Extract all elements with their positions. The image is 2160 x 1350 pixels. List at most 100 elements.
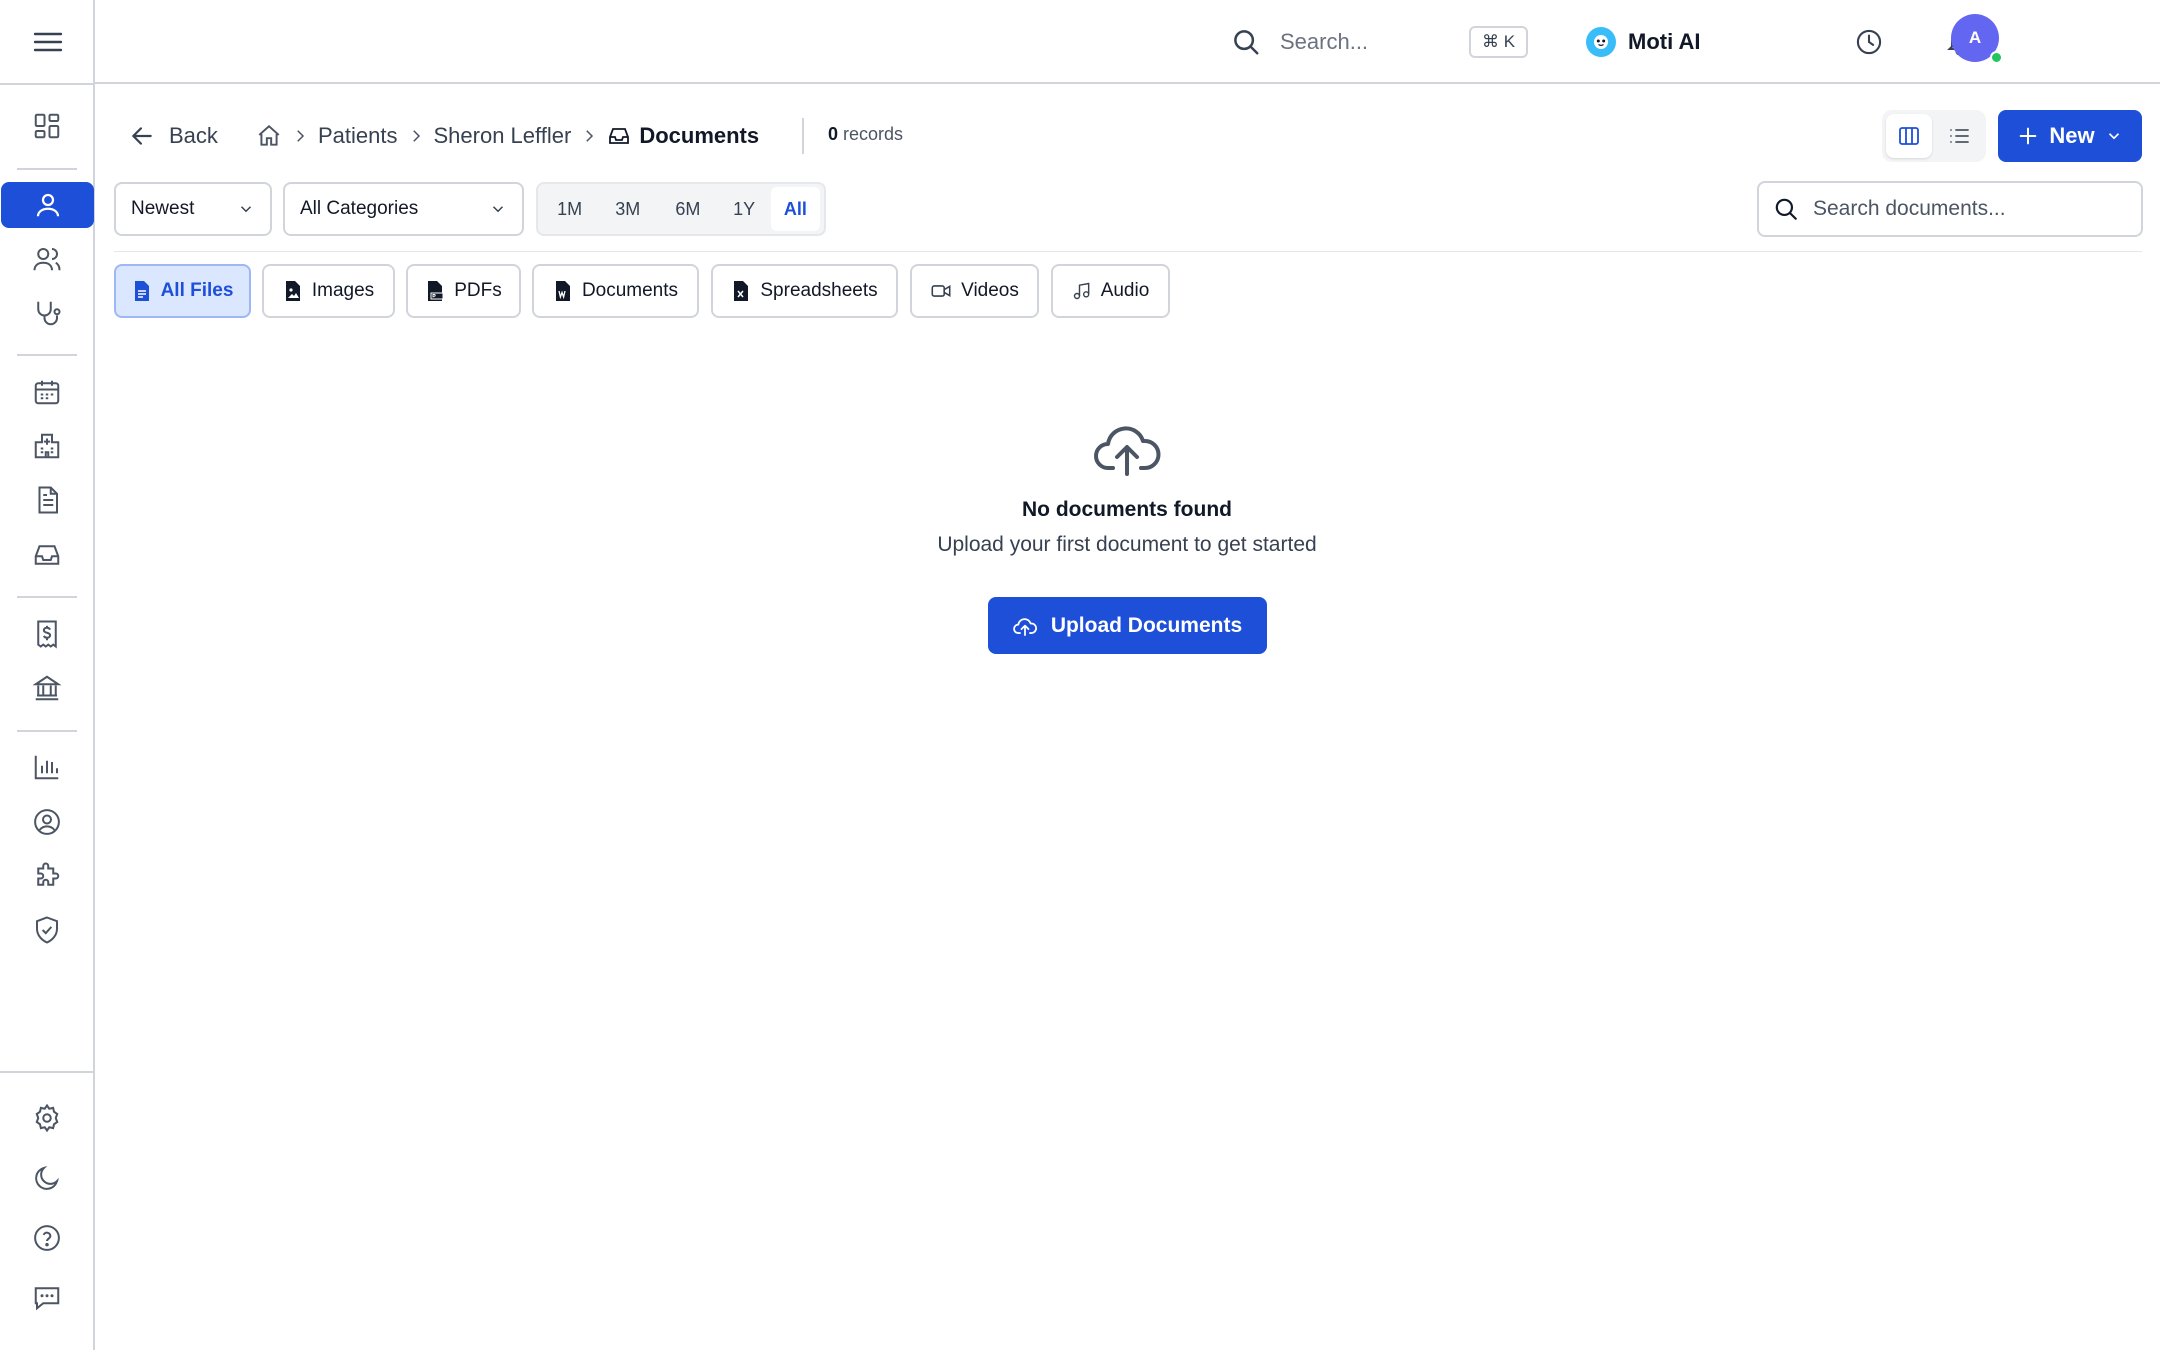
filter-videos-label: Videos — [961, 280, 1019, 301]
search-icon — [1234, 30, 1259, 55]
sidebar-item-security[interactable] — [0, 907, 94, 953]
cloud-upload-icon — [1094, 426, 1161, 476]
sidebar-divider — [17, 730, 77, 732]
range-all[interactable]: All — [770, 187, 821, 231]
empty-state-title: No documents found — [1022, 498, 1232, 521]
sidebar — [0, 0, 95, 1350]
sidebar-item-feedback[interactable] — [0, 1274, 94, 1320]
chevron-right-icon — [412, 130, 420, 142]
back-label: Back — [169, 123, 218, 148]
hospital-icon — [34, 433, 60, 459]
sidebar-item-settings[interactable] — [0, 1095, 94, 1141]
breadcrumb-home[interactable] — [256, 123, 282, 149]
chevron-right-icon — [297, 130, 305, 142]
sidebar-item-clinical[interactable] — [0, 290, 94, 336]
sidebar-item-insurance[interactable] — [0, 665, 94, 711]
breadcrumb-current: Documents — [607, 123, 759, 149]
empty-state-subtitle: Upload your first document to get starte… — [937, 533, 1317, 556]
sidebar-item-users[interactable] — [0, 236, 94, 282]
users-icon — [33, 248, 61, 271]
settings-icon — [35, 1103, 59, 1133]
filter-audio-label: Audio — [1100, 280, 1150, 301]
filter-row-divider — [114, 251, 2142, 252]
document-search — [1757, 181, 2143, 237]
user-circle-icon — [34, 809, 60, 835]
chart-icon — [34, 755, 59, 780]
sidebar-item-theme[interactable] — [0, 1155, 94, 1201]
top-bar — [95, 0, 2160, 84]
history-button[interactable] — [1853, 26, 1885, 58]
pdf-file-icon — [428, 281, 444, 301]
robot-icon — [1586, 27, 1616, 57]
chat-icon — [34, 1287, 60, 1311]
sidebar-item-help[interactable] — [0, 1215, 94, 1261]
filter-spreadsheets-label: Spreadsheets — [760, 280, 878, 301]
new-button-label: New — [2049, 123, 2095, 148]
chevron-down-icon — [492, 206, 504, 213]
sidebar-divider — [17, 168, 77, 170]
filter-all-files[interactable]: All Files — [114, 264, 251, 318]
excel-file-icon — [734, 281, 749, 301]
menu-toggle-button[interactable] — [29, 27, 67, 57]
word-file-icon — [555, 281, 570, 301]
breadcrumb-divider — [802, 118, 804, 154]
filter-images[interactable]: Images — [262, 264, 395, 318]
new-button[interactable]: New — [1998, 110, 2142, 162]
bank-icon — [32, 675, 62, 701]
list-view-button[interactable] — [1936, 114, 1982, 158]
filter-videos[interactable]: Videos — [910, 264, 1039, 318]
breadcrumb-current-label: Documents — [639, 123, 760, 148]
range-3m[interactable]: 3M — [597, 187, 658, 231]
filter-documents[interactable]: Documents — [532, 264, 699, 318]
date-range-selector: 1M 3M 6M 1Y All — [536, 182, 826, 236]
sidebar-header-divider — [0, 83, 94, 85]
record-count: 0 records — [828, 124, 903, 145]
columns-icon — [1899, 127, 1919, 145]
clock-icon — [1856, 29, 1882, 55]
inbox-icon — [609, 128, 630, 144]
sidebar-item-dashboard[interactable] — [0, 103, 94, 149]
moti-ai-button[interactable]: Moti AI — [1586, 24, 1701, 60]
image-file-icon — [285, 281, 300, 301]
billing-icon — [37, 620, 57, 649]
sidebar-item-profile[interactable] — [0, 799, 94, 845]
grid-view-button[interactable] — [1886, 114, 1932, 158]
back-button[interactable]: Back — [129, 118, 218, 154]
calendar-icon — [34, 380, 60, 405]
range-6m[interactable]: 6M — [658, 187, 717, 231]
sidebar-item-billing[interactable] — [0, 611, 94, 657]
sidebar-item-facilities[interactable] — [0, 423, 94, 469]
sidebar-item-reports[interactable] — [0, 744, 94, 790]
breadcrumb-item-patient-name[interactable]: Sheron Leffler — [434, 123, 572, 149]
view-toggle — [1882, 110, 1986, 162]
music-icon — [1073, 282, 1090, 300]
filter-pdfs[interactable]: PDFs — [406, 264, 521, 318]
sort-select[interactable]: Newest — [114, 182, 272, 236]
patient-icon — [36, 193, 59, 217]
online-status-dot — [1990, 51, 2003, 64]
upload-documents-label: Upload Documents — [1050, 613, 1243, 637]
help-icon — [34, 1225, 60, 1251]
range-1m[interactable]: 1M — [542, 187, 597, 231]
chevron-right-icon — [586, 130, 594, 142]
sidebar-item-patients[interactable] — [1, 182, 94, 228]
moon-icon — [35, 1165, 60, 1190]
filter-images-label: Images — [311, 280, 375, 301]
filter-all-files-label: All Files — [160, 280, 234, 301]
category-select[interactable]: All Categories — [283, 182, 524, 236]
list-icon — [1950, 129, 1969, 143]
filter-spreadsheets[interactable]: Spreadsheets — [711, 264, 898, 318]
cloud-upload-icon — [1013, 617, 1037, 636]
filter-audio[interactable]: Audio — [1051, 264, 1170, 318]
sidebar-divider — [17, 354, 77, 356]
search-icon — [1775, 198, 1797, 220]
document-search-input[interactable] — [1813, 197, 2133, 221]
range-1y[interactable]: 1Y — [717, 187, 770, 231]
sidebar-item-integrations[interactable] — [0, 853, 94, 899]
sidebar-item-calendar[interactable] — [0, 369, 94, 415]
shield-icon — [36, 916, 58, 944]
hamburger-icon — [33, 32, 63, 52]
upload-documents-button[interactable]: Upload Documents — [988, 597, 1267, 654]
breadcrumb-item-patients[interactable]: Patients — [318, 123, 398, 149]
home-icon — [258, 124, 280, 146]
